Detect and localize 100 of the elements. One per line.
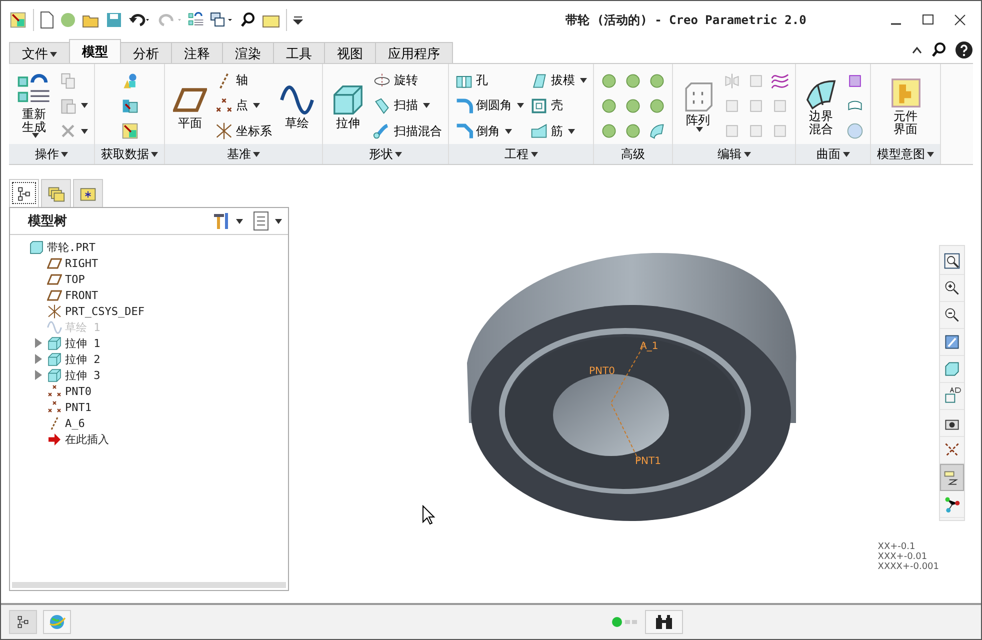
tree-item[interactable]: PNT1 <box>65 400 92 414</box>
help-icon[interactable] <box>955 41 973 59</box>
cube-icon <box>47 352 62 366</box>
ribbon-group-label[interactable]: 模型意图 <box>871 144 940 164</box>
find-button[interactable] <box>645 610 683 634</box>
ribbon-group-label[interactable]: 工程 <box>449 144 593 164</box>
shell-icon <box>530 96 548 115</box>
ribbon-tab[interactable]: 渲染 <box>222 42 274 63</box>
tree-item[interactable]: PRT_CSYS_DEF <box>65 304 144 318</box>
tree-item[interactable]: FRONT <box>65 288 98 302</box>
tolerance-text: XXXX+-0.001 <box>878 563 939 573</box>
ribbon-command[interactable]: 倒圆角 <box>455 96 524 115</box>
ribbon-group-label[interactable]: 曲面 <box>796 144 870 164</box>
ribbon-command[interactable]: 平面 <box>171 78 209 134</box>
ribbon-icon-button[interactable] <box>120 122 138 140</box>
tree-item[interactable]: 拉伸 1 <box>65 336 100 350</box>
sphere-icon <box>600 122 618 140</box>
tree-item[interactable]: RIGHT <box>65 256 98 270</box>
ribbon-command[interactable]: 扫描 <box>373 96 442 115</box>
tree-item[interactable]: A_6 <box>65 416 85 430</box>
ribbon-command[interactable]: 点 <box>215 96 272 115</box>
tree-item[interactable]: TOP <box>65 272 85 286</box>
points-icon <box>215 96 233 115</box>
wave-icon <box>280 82 314 117</box>
wave-icon <box>47 320 62 334</box>
navigator-tab[interactable] <box>9 179 39 207</box>
sphere-icon <box>600 72 618 90</box>
ribbon-tab[interactable]: 模型 <box>69 39 121 63</box>
view-tool-button[interactable] <box>940 464 964 491</box>
ribbon-command[interactable]: 边界混合 <box>802 72 840 140</box>
ribbon-group-label[interactable]: 操作 <box>9 144 94 164</box>
cube-icon <box>943 360 961 378</box>
dropdown-icon[interactable] <box>293 15 303 25</box>
parallelogram-icon <box>47 288 62 302</box>
caret-icon <box>253 152 260 157</box>
ribbon-command[interactable]: 筋 <box>530 122 587 140</box>
search-icon[interactable] <box>240 12 256 28</box>
tolerance-text: XX+-0.1 <box>878 543 916 552</box>
ribbon-command[interactable]: 壳 <box>530 96 587 115</box>
tree-item[interactable]: PNT0 <box>65 384 92 398</box>
ribbon-group-label[interactable]: 获取数据 <box>95 144 164 164</box>
ribbon-tab[interactable]: 视图 <box>324 42 376 63</box>
expand-arrow-icon[interactable] <box>32 353 44 365</box>
undo-icon[interactable] <box>128 12 152 28</box>
maximize-icon[interactable] <box>921 13 935 27</box>
regenerate-icon[interactable] <box>188 12 204 28</box>
ribbon-group-label[interactable]: 基准 <box>165 144 322 164</box>
ribbon-tab[interactable]: 注释 <box>171 42 223 63</box>
expand-arrow-icon[interactable] <box>32 369 44 381</box>
tree-item[interactable]: 带轮.PRT <box>47 240 96 254</box>
datum-label: PNT1 <box>635 456 661 467</box>
collapse-ribbon-icon[interactable] <box>911 45 923 55</box>
ribbon-command[interactable]: 拔模 <box>530 72 587 90</box>
ribbon-group-label[interactable]: 高级 <box>594 144 672 164</box>
windows-icon[interactable] <box>210 12 234 28</box>
ribbon-command[interactable]: 重新生成 <box>15 70 53 142</box>
ribbon-icon-button[interactable] <box>771 72 789 90</box>
tree-item[interactable]: 在此插入 <box>65 432 109 446</box>
sphere-icon <box>648 96 666 115</box>
caret-icon <box>253 103 260 108</box>
ribbon-command[interactable]: 坐标系 <box>215 122 272 140</box>
ribbon-command[interactable]: 草绘 <box>278 78 316 134</box>
repaint-icon <box>943 333 961 351</box>
folders-icon <box>47 184 65 202</box>
ribbon-command[interactable]: 孔 <box>455 72 524 90</box>
ribbon-command[interactable]: 旋转 <box>373 72 442 90</box>
ribbon-icon-button[interactable] <box>59 96 88 115</box>
tree-item[interactable]: 拉伸 3 <box>65 368 100 382</box>
caret-icon <box>81 103 88 108</box>
browser-toggle-button[interactable] <box>43 610 71 634</box>
coordinate-system-icon <box>47 304 62 318</box>
tree-item[interactable]: 拉伸 2 <box>65 352 100 366</box>
ribbon-command[interactable]: 扫描混合 <box>373 122 442 140</box>
clipboard-icon <box>59 96 77 115</box>
close-icon[interactable] <box>953 13 967 27</box>
ribbon-command[interactable]: 阵列 <box>679 76 717 136</box>
ribbon-tab[interactable]: 工具 <box>273 42 325 63</box>
caret-icon <box>32 133 38 138</box>
ribbon-group-label[interactable]: 形状 <box>323 144 448 164</box>
expand-arrow-icon[interactable] <box>32 337 44 349</box>
ribbon-command[interactable]: 元件界面 <box>886 72 924 140</box>
save-icon[interactable] <box>106 12 122 28</box>
settings-dropdown[interactable] <box>212 211 243 231</box>
zoom-in-icon <box>943 279 961 297</box>
spin-center-icon <box>943 495 961 513</box>
ribbon-command[interactable]: 倒角 <box>455 122 524 140</box>
ribbon-command[interactable]: 轴 <box>215 72 272 90</box>
file-menu[interactable]: 文件 <box>9 42 70 63</box>
ribbon-command[interactable]: 拉伸 <box>329 78 367 134</box>
new-file-icon[interactable] <box>40 11 54 29</box>
caret-icon <box>927 152 934 157</box>
ribbon-tab[interactable]: 应用程序 <box>375 42 453 63</box>
tree-toggle-button[interactable] <box>9 610 37 634</box>
ribbon-icon-button[interactable] <box>120 96 138 115</box>
search-icon[interactable] <box>931 42 947 58</box>
show-dropdown[interactable] <box>251 211 282 231</box>
ribbon-tab[interactable]: 分析 <box>120 42 172 63</box>
ribbon-group-label[interactable]: 编辑 <box>673 144 795 164</box>
chamfer-icon <box>455 122 473 140</box>
window-title: 带轮 (活动的) - Creo Parametric 2.0 <box>564 12 808 28</box>
